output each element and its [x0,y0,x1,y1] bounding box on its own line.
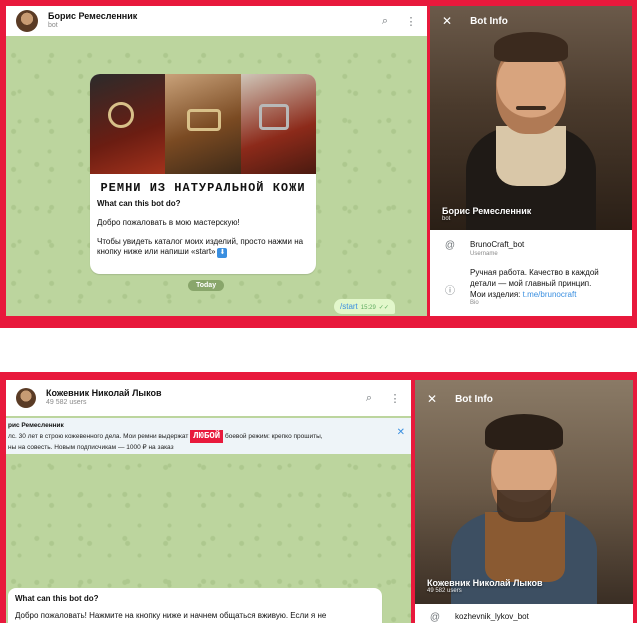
close-icon[interactable]: ✕ [427,392,437,406]
date-separator: Today [188,280,225,291]
message-body: What can this bot do? Добро пожаловать! … [8,588,382,623]
message-time: 15:29 [360,305,376,311]
bottom-bot-info-panel: ✕ Bot Info Кожевник Николай Лыков 49 582… [415,380,633,623]
username-value[interactable]: kozhevnik_lykov_bot [455,612,529,623]
belt-photo-1[interactable] [90,74,166,174]
username-row[interactable]: @ BrunoCraft_bot Username [442,240,624,257]
bio-line-2: детали — мой главный принцип. [470,278,592,288]
info-name: Борис Ремесленник bot [442,206,531,222]
product-photos [90,74,316,174]
close-icon[interactable]: ✕ [442,14,452,28]
info-name-text: Борис Ремесленник [442,206,532,216]
double-check-icon: ✓✓ [378,305,389,311]
pinned-author: рис Ремесленник [8,422,64,429]
top-chat-title[interactable]: Борис Ремесленник bot [48,11,365,30]
chat-status: 49 582 users [46,399,87,407]
info-name-sub: 49 582 users [427,588,462,594]
pinned-badge: ЛЮБОЙ [190,430,224,444]
bio-row: ⓘ Ручная работа. Качество в каждой детал… [442,268,624,306]
username-value[interactable]: BrunoCraft_bot [470,240,524,251]
info-title: Bot Info [455,393,493,405]
pinned-line-1: лс. 30 лет в строю кожевенного дела. Мои… [8,430,391,444]
username-row[interactable]: @ kozhevnik_lykov_bot [427,612,625,623]
bio-line-3: Мои изделия: t.me/brunocraft [470,289,577,299]
more-vertical-icon[interactable]: ⋮ [389,392,401,405]
top-chat-panel: Борис Ремесленник bot ⌕ ⋮ РЕМНИ ИЗ НАТУР… [6,6,427,316]
top-chat-header: Борис Ремесленник bot ⌕ ⋮ [6,6,427,36]
bottom-screenshot-frame: Кожевник Николай Лыков 49 582 users ⌕ ⋮ … [0,372,637,623]
bio-caption: Bio [470,300,479,307]
message-line-1: Добро пожаловать! Нажмите на кнопку ниже… [15,610,327,620]
bottom-chat-header: Кожевник Николай Лыков 49 582 users ⌕ ⋮ [6,380,411,416]
message-body: What can this bot do? Добро пожаловать в… [90,199,316,264]
bot-profile-photo[interactable] [415,380,633,604]
bottom-chat-panel: Кожевник Николай Лыков 49 582 users ⌕ ⋮ … [6,380,411,623]
chat-name: Кожевник Николай Лыков [46,388,162,399]
close-icon[interactable]: ✕ [397,426,405,441]
bot-intro-message: РЕМНИ ИЗ НАТУРАЛЬНОЙ КОЖИ What can this … [90,74,316,274]
top-chat-avatar[interactable] [16,10,38,32]
belt-photo-3[interactable] [240,74,316,174]
info-title-bar: ✕ Bot Info [442,14,508,28]
message-line-2: Чтобы увидеть каталог моих изделий, прос… [97,236,304,258]
message-heading: What can this bot do? [15,594,99,603]
search-icon[interactable]: ⌕ [363,392,375,405]
info-icon: ⓘ [445,286,455,297]
chat-wallpaper [6,380,411,623]
product-banner: РЕМНИ ИЗ НАТУРАЛЬНОЙ КОЖИ [100,181,306,195]
bio-line-1: Ручная работа. Качество в каждой [470,268,599,277]
search-icon[interactable]: ⌕ [379,15,391,28]
info-name: Кожевник Николай Лыков 49 582 users [427,578,543,594]
bot-profile-photo[interactable] [430,6,632,230]
top-screenshot-frame: Борис Ремесленник bot ⌕ ⋮ РЕМНИ ИЗ НАТУР… [0,0,637,328]
at-icon: @ [444,240,456,251]
message-line-1: Добро пожаловать в мою мастерскую! [97,217,240,227]
info-title: Bot Info [470,15,508,27]
chat-name: Борис Ремесленник [48,11,138,22]
outgoing-message[interactable]: /start 15:29 ✓✓ [334,299,395,314]
down-arrow-emoji-icon: ⬇ [217,248,228,258]
outgoing-text[interactable]: /start [340,302,358,311]
chat-status: bot [48,22,58,30]
top-bot-info-panel: ✕ Bot Info Борис Ремесленник bot @ Bruno… [430,6,632,316]
pinned-message[interactable]: рис Ремесленник лс. 30 лет в строю кожев… [6,418,411,454]
bio-link[interactable]: t.me/brunocraft [523,290,577,299]
pinned-line-2: ны на совесть. Новым подписчикам — 1000 … [8,444,174,452]
message-heading: What can this bot do? [97,199,181,208]
username-caption: Username [470,250,498,257]
info-title-bar: ✕ Bot Info [427,392,493,406]
info-name-sub: bot [442,216,451,222]
bot-intro-message: What can this bot do? Добро пожаловать! … [8,588,382,623]
belt-photo-2[interactable] [165,74,241,174]
info-name-text: Кожевник Николай Лыков [427,578,543,588]
more-vertical-icon[interactable]: ⋮ [405,15,417,28]
bottom-chat-title[interactable]: Кожевник Николай Лыков 49 582 users [46,388,349,407]
at-icon: @ [429,612,441,623]
bottom-chat-avatar[interactable] [16,388,36,408]
